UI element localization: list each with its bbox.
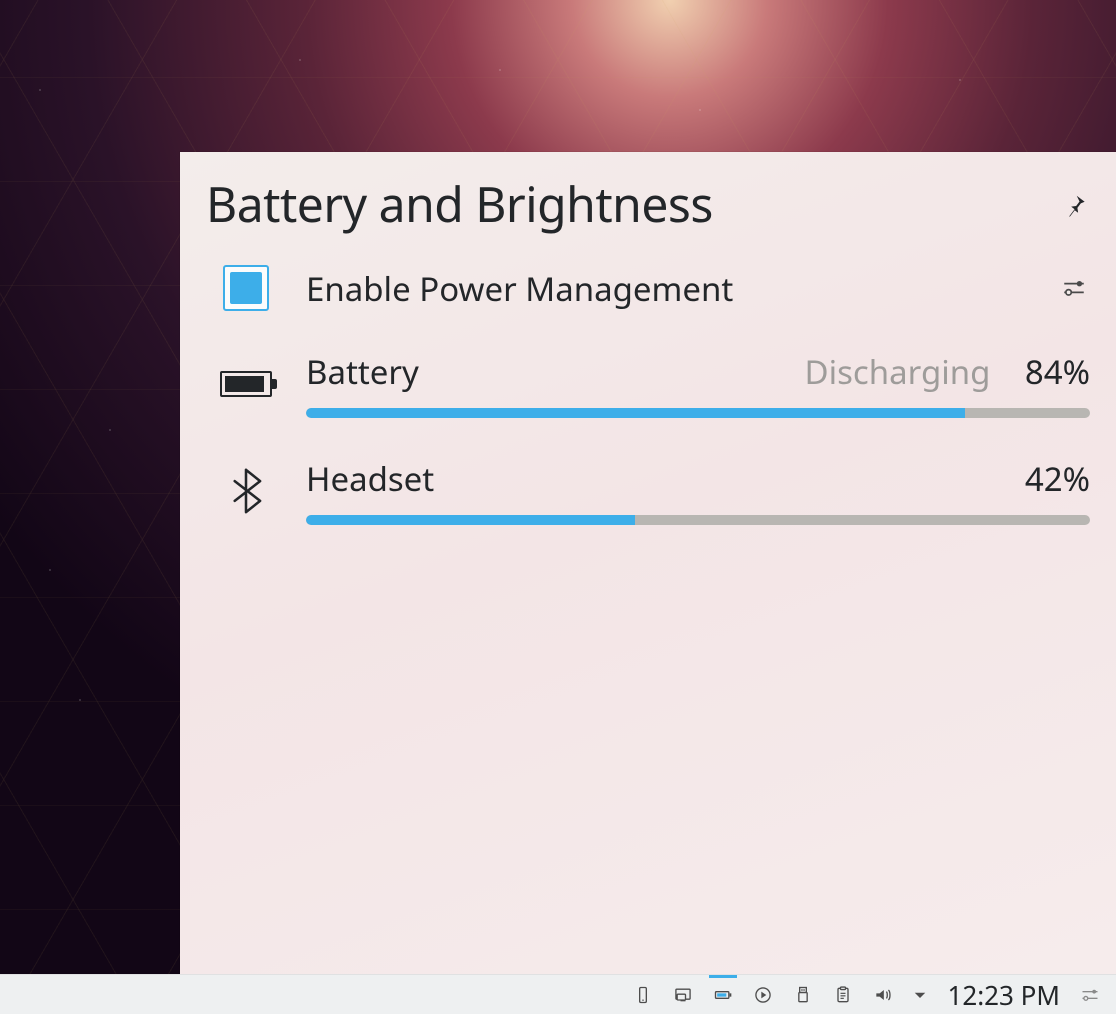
sliders-icon [1080,985,1100,1005]
headset-progress-fill [306,515,635,525]
power-management-checkbox[interactable] [223,265,269,311]
headset-device-row: Headset 42% [206,456,1090,525]
taskbar-clock[interactable]: 12:23 PM [937,977,1070,1013]
battery-progress [306,408,1090,418]
chevron-down-icon [911,986,929,1004]
headset-percent: 42% [1025,456,1090,501]
tray-phone-icon[interactable] [623,975,663,1015]
battery-label: Battery [306,349,419,394]
power-management-row: Enable Power Management [206,265,1090,311]
tray-battery-icon[interactable] [703,975,743,1015]
pin-icon [1064,193,1088,217]
sliders-icon [1061,275,1087,301]
battery-percent: 84% [1025,349,1090,394]
battery-status: Discharging [804,349,990,394]
battery-device-row: Battery Discharging 84% [206,349,1090,418]
battery-icon [220,371,272,397]
battery-progress-fill [306,408,965,418]
taskbar: 12:23 PM [0,974,1116,1014]
battery-brightness-popup: Battery and Brightness Enable Power Mana… [180,152,1116,974]
tray-volume-icon[interactable] [863,975,903,1015]
headset-label: Headset [306,456,434,501]
show-desktop-button[interactable] [1070,975,1110,1015]
tray-display-icon[interactable] [663,975,703,1015]
popup-title: Battery and Brightness [206,172,713,237]
power-management-label: Enable Power Management [306,266,1046,311]
bluetooth-icon [229,467,263,515]
headset-progress [306,515,1090,525]
tray-media-icon[interactable] [743,975,783,1015]
pin-button[interactable] [1062,191,1090,219]
configure-power-button[interactable] [1058,272,1090,304]
tray-expand-button[interactable] [903,986,937,1004]
tray-usb-icon[interactable] [783,975,823,1015]
checkbox-checked-indicator [230,272,262,304]
tray-clipboard-icon[interactable] [823,975,863,1015]
